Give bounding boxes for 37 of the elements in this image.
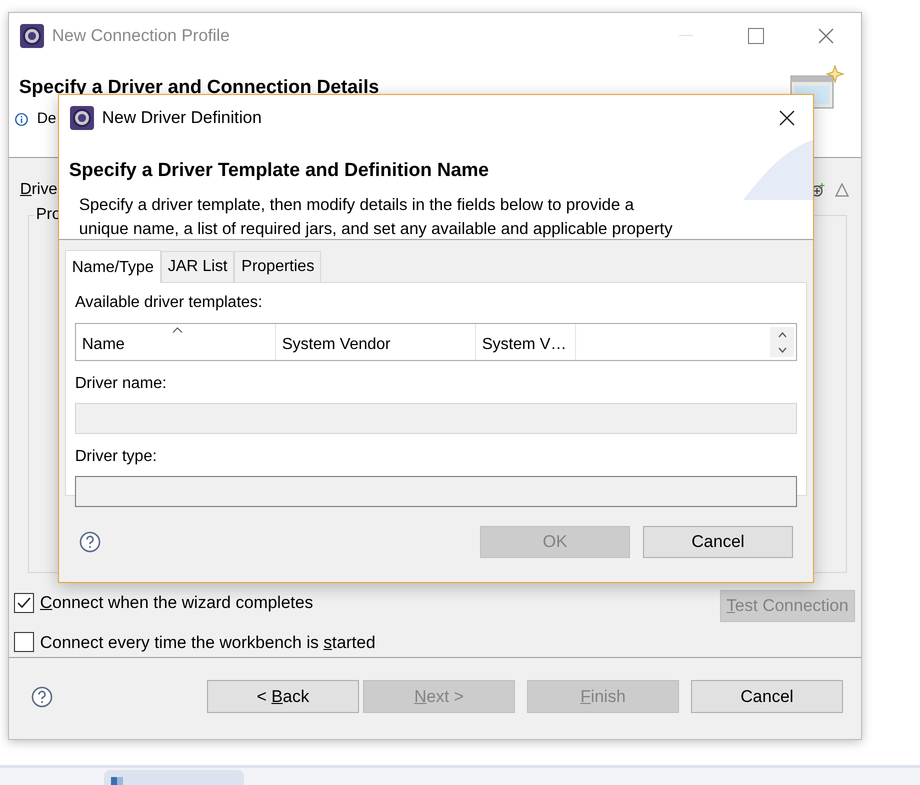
description-line: unique name, a list of required jars, and set any available and applicable property bbox=[79, 219, 672, 239]
wizard-button[interactable]: < Back bbox=[207, 680, 359, 713]
help-icon[interactable] bbox=[79, 531, 101, 553]
field-label: Driver type: bbox=[75, 447, 158, 467]
triangle-icon[interactable] bbox=[835, 183, 849, 197]
column-header[interactable]: System V… bbox=[476, 324, 576, 360]
page-title: Specify a Driver and Connection Details bbox=[19, 76, 380, 100]
header-message: De bbox=[37, 109, 56, 129]
tab[interactable]: JAR List bbox=[160, 251, 234, 282]
window-title: New Connection Profile bbox=[52, 24, 230, 47]
close-icon bbox=[779, 110, 795, 126]
editor-tab[interactable] bbox=[104, 770, 244, 785]
column-header[interactable]: Name bbox=[76, 324, 276, 360]
info-icon bbox=[15, 112, 28, 126]
field-label: Available driver templates: bbox=[75, 294, 262, 311]
input-field[interactable] bbox=[75, 476, 797, 507]
checkbox[interactable] bbox=[14, 592, 34, 613]
scroll-arrows[interactable] bbox=[770, 327, 794, 357]
page-title: Specify a Driver Template and Definition Name bbox=[69, 159, 489, 183]
description-line: Specify a driver template, then modify details in the fields below to provide a bbox=[79, 195, 635, 216]
app-logo-icon bbox=[70, 106, 94, 130]
checkbox-label: Connect every time the workbench is started bbox=[40, 632, 376, 654]
tab[interactable]: Properties bbox=[234, 251, 322, 282]
column-header[interactable]: System Vendor bbox=[276, 324, 476, 360]
checkbox[interactable] bbox=[14, 632, 34, 652]
cancel-button[interactable]: Cancel bbox=[691, 680, 843, 713]
checkbox-label: Connect when the wizard completes bbox=[40, 592, 314, 614]
maximize-icon bbox=[748, 28, 764, 44]
tab[interactable]: Name/Type bbox=[65, 250, 161, 283]
cancel-button[interactable]: Cancel bbox=[643, 526, 793, 558]
checkmark-icon bbox=[17, 596, 31, 609]
driver-label: Drive bbox=[20, 180, 58, 200]
dialog-title: New Driver Definition bbox=[102, 106, 262, 129]
help-icon[interactable] bbox=[31, 686, 53, 708]
field-label: Driver name: bbox=[75, 374, 168, 394]
close-icon bbox=[818, 28, 834, 44]
app-logo-icon bbox=[20, 24, 44, 48]
